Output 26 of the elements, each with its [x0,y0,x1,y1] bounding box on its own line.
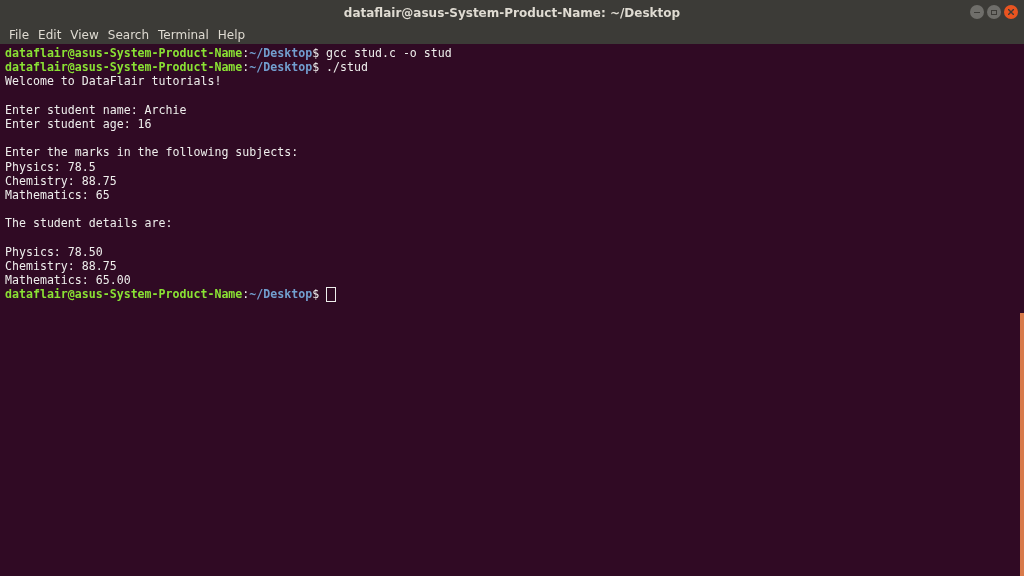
menu-item[interactable]: Terminal [154,29,213,41]
output-line: Welcome to DataFlair tutorials! [5,74,222,89]
window-title: dataflair@asus-System-Product-Name: ~/Desktop [343,5,681,22]
menu-item[interactable]: Help [213,29,250,41]
menu-item[interactable]: File [5,29,34,41]
maximize-button[interactable] [987,5,1001,19]
output-line: Enter student name: Archie [5,102,187,117]
output-line: Mathematics: 65.00 [5,273,131,287]
output-line: Enter student age: 16 [5,116,152,131]
output-line: Chemistry: 88.75 [5,258,117,273]
close-button[interactable] [1004,5,1018,19]
output-line: Physics: 78.50 [5,244,103,259]
output-line: Enter the marks in the following subjects: [5,145,299,160]
prompt-line: dataflair@asus-System-Product-Name:~/Desktop$ gcc stud.c -o stud [5,46,452,61]
output-line: Mathematics: 65 [5,187,110,202]
menu-item[interactable]: Search [103,29,154,41]
close-icon [1008,9,1014,15]
output-line: Physics: 78.5 [5,159,96,174]
minimize-button[interactable] [970,5,984,19]
output-line: The student details are: [5,216,173,231]
prompt-line: dataflair@asus-System-Product-Name:~/Desktop$ ./stud [5,60,368,75]
output-line: Chemistry: 88.75 [5,173,117,188]
menu-item[interactable]: View [66,29,103,41]
scrollbar-thumb[interactable] [1020,313,1024,576]
prompt-line: dataflair@asus-System-Product-Name:~/Desktop$ [5,287,320,302]
menu-item[interactable]: Edit [34,29,66,41]
